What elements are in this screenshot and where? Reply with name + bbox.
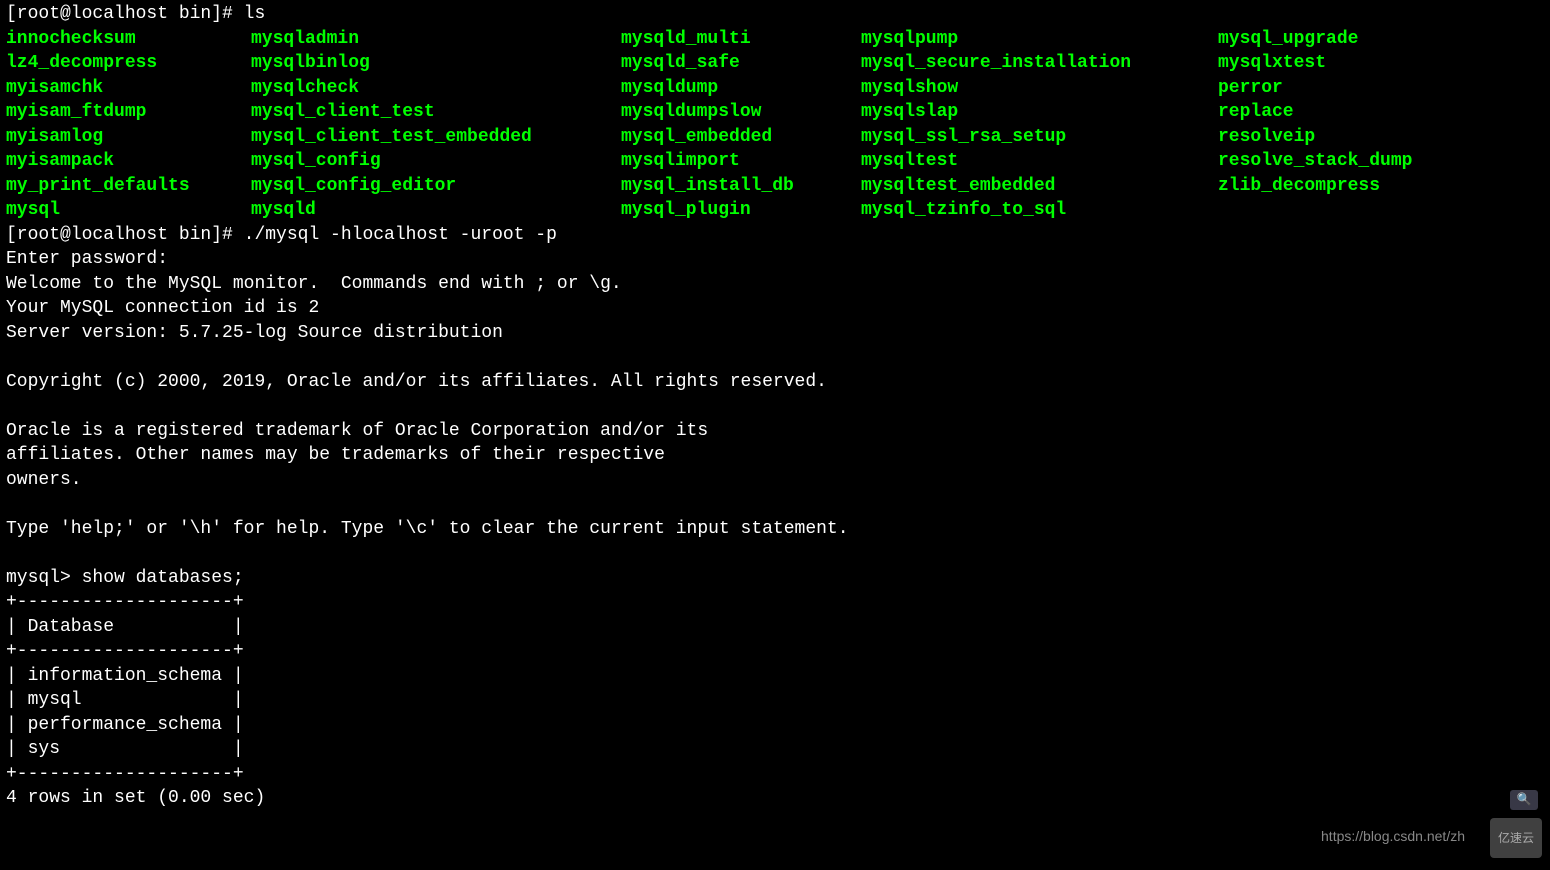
terminal-line: | information_schema | bbox=[6, 664, 1544, 689]
terminal-line: +--------------------+ bbox=[6, 762, 1544, 787]
magnifier-icon[interactable]: 🔍 bbox=[1510, 790, 1538, 810]
terminal-line: Oracle is a registered trademark of Orac… bbox=[6, 419, 1544, 444]
ls-item: resolve_stack_dump bbox=[1218, 149, 1412, 174]
terminal-line: +--------------------+ bbox=[6, 590, 1544, 615]
ls-item: mysql_embedded bbox=[621, 125, 861, 150]
ls-item: mysql_tzinfo_to_sql bbox=[861, 198, 1218, 223]
ls-item: mysql_config_editor bbox=[251, 174, 621, 199]
ls-item: mysqld_safe bbox=[621, 51, 861, 76]
ls-item: lz4_decompress bbox=[6, 51, 251, 76]
ls-item: zlib_decompress bbox=[1218, 174, 1412, 199]
ls-item: myisampack bbox=[6, 149, 251, 174]
terminal-line: mysql> show databases; bbox=[6, 566, 1544, 591]
ls-col-4: mysql_upgrade mysqlxtest perror replace … bbox=[1218, 27, 1412, 223]
watermark-url: https://blog.csdn.net/zh bbox=[1321, 824, 1465, 849]
ls-item: innochecksum bbox=[6, 27, 251, 52]
ls-item: mysqlxtest bbox=[1218, 51, 1412, 76]
ls-item: mysqld_multi bbox=[621, 27, 861, 52]
shell-prompt-mysql[interactable]: [root@localhost bin]# ./mysql -hlocalhos… bbox=[6, 223, 1544, 248]
ls-item: my_print_defaults bbox=[6, 174, 251, 199]
terminal-output-block: Enter password:Welcome to the MySQL moni… bbox=[6, 247, 1544, 811]
ls-item: mysql_secure_installation bbox=[861, 51, 1218, 76]
ls-item: mysqldumpslow bbox=[621, 100, 861, 125]
terminal-line: | performance_schema | bbox=[6, 713, 1544, 738]
terminal-line: Your MySQL connection id is 2 bbox=[6, 296, 1544, 321]
ls-item: replace bbox=[1218, 100, 1412, 125]
terminal-line: Enter password: bbox=[6, 247, 1544, 272]
terminal-line: affiliates. Other names may be trademark… bbox=[6, 443, 1544, 468]
terminal-line: | mysql | bbox=[6, 688, 1544, 713]
terminal-line: | sys | bbox=[6, 737, 1544, 762]
terminal-line: Type 'help;' or '\h' for help. Type '\c'… bbox=[6, 517, 1544, 542]
terminal-line: Welcome to the MySQL monitor. Commands e… bbox=[6, 272, 1544, 297]
terminal-line: 4 rows in set (0.00 sec) bbox=[6, 786, 1544, 811]
ls-item: mysql_ssl_rsa_setup bbox=[861, 125, 1218, 150]
ls-item: myisamchk bbox=[6, 76, 251, 101]
ls-item: mysqltest bbox=[861, 149, 1218, 174]
ls-item: myisamlog bbox=[6, 125, 251, 150]
ls-item: mysqlcheck bbox=[251, 76, 621, 101]
ls-item: myisam_ftdump bbox=[6, 100, 251, 125]
ls-item: mysqldump bbox=[621, 76, 861, 101]
watermark-logo: 亿速云 bbox=[1490, 818, 1542, 859]
ls-col-3: mysqlpump mysql_secure_installation mysq… bbox=[861, 27, 1218, 223]
ls-item: mysql_install_db bbox=[621, 174, 861, 199]
ls-item: mysqlslap bbox=[861, 100, 1218, 125]
ls-item: mysqladmin bbox=[251, 27, 621, 52]
ls-item: mysqld bbox=[251, 198, 621, 223]
ls-item: mysqlpump bbox=[861, 27, 1218, 52]
ls-item: mysql_config bbox=[251, 149, 621, 174]
ls-item: perror bbox=[1218, 76, 1412, 101]
ls-item: mysql_client_test_embedded bbox=[251, 125, 621, 150]
ls-item: mysqltest_embedded bbox=[861, 174, 1218, 199]
terminal-line: owners. bbox=[6, 468, 1544, 493]
shell-prompt-ls[interactable]: [root@localhost bin]# ls bbox=[6, 2, 1544, 27]
ls-item: mysql_plugin bbox=[621, 198, 861, 223]
ls-item: mysql_client_test bbox=[251, 100, 621, 125]
ls-item: mysqlimport bbox=[621, 149, 861, 174]
ls-col-0: innochecksum lz4_decompress myisamchk my… bbox=[6, 27, 251, 223]
ls-output-grid: innochecksum lz4_decompress myisamchk my… bbox=[6, 27, 1544, 223]
ls-item: mysqlbinlog bbox=[251, 51, 621, 76]
terminal-line: | Database | bbox=[6, 615, 1544, 640]
ls-item: resolveip bbox=[1218, 125, 1412, 150]
ls-col-1: mysqladmin mysqlbinlog mysqlcheck mysql_… bbox=[251, 27, 621, 223]
terminal-line: +--------------------+ bbox=[6, 639, 1544, 664]
ls-item: mysql_upgrade bbox=[1218, 27, 1412, 52]
terminal-line: Server version: 5.7.25-log Source distri… bbox=[6, 321, 1544, 346]
ls-col-2: mysqld_multi mysqld_safe mysqldump mysql… bbox=[621, 27, 861, 223]
ls-item: mysqlshow bbox=[861, 76, 1218, 101]
ls-item: mysql bbox=[6, 198, 251, 223]
terminal-line: Copyright (c) 2000, 2019, Oracle and/or … bbox=[6, 370, 1544, 395]
